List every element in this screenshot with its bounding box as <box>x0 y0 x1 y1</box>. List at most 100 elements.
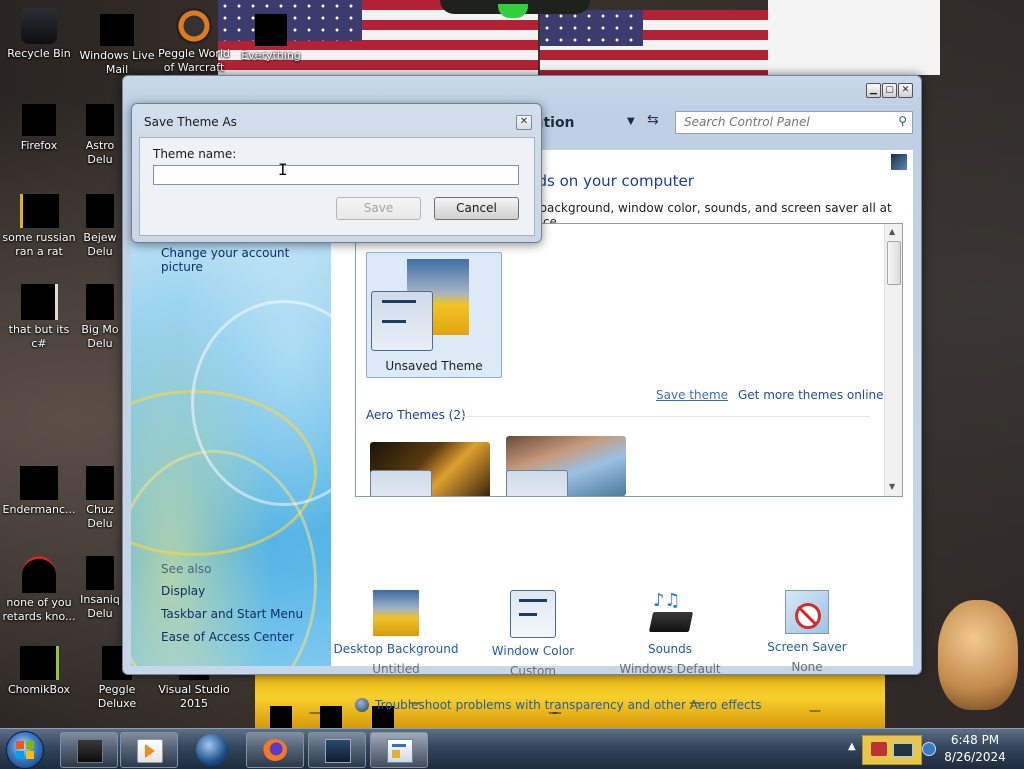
tray-app-icon <box>871 742 887 756</box>
desktop-icon-enderman[interactable]: Endermanc... <box>0 466 78 517</box>
everything-icon <box>255 14 287 46</box>
theme-preview-window <box>371 291 433 351</box>
wallpaper-flag-2 <box>540 10 768 75</box>
scroll-up-icon[interactable]: ▲ <box>889 227 895 236</box>
desktop-icon-peggle-wow[interactable]: Peggle World of Warcraft <box>155 8 233 75</box>
cancel-button[interactable]: Cancel <box>434 197 519 220</box>
breadcrumb-dropdown-icon[interactable]: ▼ <box>627 116 635 127</box>
game-icon <box>86 104 114 136</box>
unsaved-theme-tile[interactable]: Unsaved Theme <box>366 252 502 378</box>
clock-time: 6:48 PM <box>950 733 1000 747</box>
window-color-item[interactable]: Window Color Custom <box>468 590 598 678</box>
screen-saver-label[interactable]: Screen Saver <box>742 640 872 654</box>
clock-date: 8/26/2024 <box>944 750 1006 764</box>
desktop-icon-partial-1[interactable] <box>270 706 292 728</box>
desktop-icon-big-money[interactable]: Big Mo Delu <box>78 284 122 351</box>
save-button[interactable]: Save <box>336 197 421 220</box>
wallpaper-figure <box>938 600 1018 710</box>
desktop-icon-firefox[interactable]: Firefox <box>0 104 78 153</box>
theme-list-scrollbar[interactable]: ▲ ▼ <box>884 224 902 496</box>
tray-highlight[interactable] <box>862 735 922 765</box>
desktop-icon-csharp[interactable]: that but its c# <box>0 284 78 351</box>
desktop-icon-bejeweled[interactable]: Bejew Delu <box>78 194 122 259</box>
ease-of-access-link[interactable]: Ease of Access Center <box>161 630 294 644</box>
desktop-icon-chuzzle[interactable]: Chuz Delu <box>78 466 122 531</box>
sounds-value: Windows Default <box>619 662 721 676</box>
scroll-down-icon[interactable]: ▼ <box>889 482 895 491</box>
display-link[interactable]: Display <box>161 584 205 598</box>
text-cursor-icon: I <box>278 160 288 179</box>
window-color-icon <box>510 590 556 638</box>
maximize-button[interactable]: ▢ <box>882 83 897 98</box>
file-icon <box>20 284 58 320</box>
window-caption-buttons: ▁ ▢ ✕ <box>866 83 913 98</box>
close-icon: ✕ <box>519 116 529 127</box>
desktop-background-label[interactable]: Desktop Background <box>331 642 461 656</box>
start-button[interactable] <box>6 731 44 769</box>
theme-name-input[interactable] <box>153 165 519 185</box>
screen-saver-value: None <box>791 660 823 674</box>
windows-live-mail-icon <box>100 14 134 46</box>
help-icon[interactable] <box>891 154 907 170</box>
desktop-background-value: Untitled <box>372 662 420 676</box>
get-more-themes-link[interactable]: Get more themes online <box>738 388 884 402</box>
dialog-body: Theme name: Save Cancel <box>139 137 535 236</box>
volume-icon[interactable] <box>922 742 936 756</box>
desktop-icon-everything[interactable]: Everything <box>232 14 310 63</box>
sounds-label[interactable]: Sounds <box>605 642 735 656</box>
desktop-icon-russian-rat[interactable]: some russian ran a rat <box>0 194 78 259</box>
change-account-picture-link[interactable]: Change your account picture <box>161 246 331 274</box>
aero-theme-windows[interactable] <box>370 442 490 496</box>
minimize-button[interactable]: ▁ <box>866 83 881 98</box>
file-icon <box>20 466 58 500</box>
aero-theme-landscapes[interactable] <box>506 436 626 496</box>
dialog-title: Save Theme As <box>144 115 237 129</box>
search-icon[interactable]: ⚲ <box>898 114 907 128</box>
app-icon <box>77 739 103 763</box>
search-input[interactable] <box>676 112 884 131</box>
troubleshoot-link[interactable]: Troubleshoot problems with transparency … <box>375 698 762 712</box>
taskbar-item-2[interactable] <box>120 732 178 768</box>
theme-preview-window <box>370 470 432 496</box>
taskbar-item-5[interactable] <box>308 732 366 768</box>
taskbar-start-menu-link[interactable]: Taskbar and Start Menu <box>161 607 303 621</box>
desktop-icon-recycle-bin[interactable]: Recycle Bin <box>0 8 78 61</box>
sounds-icon: ♪♫ <box>647 590 694 636</box>
troubleshoot-row[interactable]: Troubleshoot problems with transparency … <box>355 698 762 712</box>
desktop-background-item[interactable]: Desktop Background Untitled <box>331 590 461 676</box>
control-panel-icon <box>387 739 413 763</box>
game-icon <box>86 556 114 590</box>
window-color-label[interactable]: Window Color <box>468 644 598 658</box>
save-theme-link[interactable]: Save theme <box>656 388 728 402</box>
taskbar-item-firefox[interactable] <box>246 732 304 768</box>
firefox-icon <box>22 104 56 136</box>
file-icon <box>22 556 56 593</box>
taskbar: ▲ 6:48 PM 8/26/2024 <box>0 728 1024 769</box>
close-button[interactable]: ✕ <box>898 83 913 98</box>
theme-list[interactable]: Unsaved Theme Save theme Get more themes… <box>355 223 903 497</box>
firefox-icon <box>263 739 287 761</box>
troubleshoot-icon <box>355 698 369 712</box>
system-clock[interactable]: 6:48 PM 8/26/2024 <box>936 729 1014 769</box>
theme-name-label: Theme name: <box>153 147 237 161</box>
desktop-icon-chomikbox[interactable]: ChomikBox <box>0 646 78 697</box>
refresh-icon[interactable]: ⇆ <box>647 112 659 128</box>
chomikbox-icon <box>19 646 59 680</box>
see-also-heading: See also <box>161 562 212 576</box>
desktop-icon-partial-2[interactable] <box>320 706 342 728</box>
taskbar-item-control-panel[interactable] <box>370 732 428 768</box>
screen-saver-item[interactable]: Screen Saver None <box>742 590 872 674</box>
desktop-icon-insaniquarium[interactable]: Insaniq Delu <box>78 556 122 621</box>
desktop-icon-none-of-you[interactable]: none of you retards kno... <box>0 556 78 624</box>
scrollbar-thumb[interactable] <box>887 241 901 285</box>
search-box[interactable]: ⚲ <box>675 111 913 134</box>
dialog-close-button[interactable]: ✕ <box>516 115 532 130</box>
taskbar-item-1[interactable] <box>60 732 118 768</box>
game-icon <box>86 284 114 320</box>
show-hidden-icons-icon[interactable]: ▲ <box>848 741 856 752</box>
desktop-icon-astro[interactable]: Astro Delu <box>78 104 122 167</box>
network-icon <box>893 743 913 757</box>
desktop-icon-windows-live-mail[interactable]: Windows Live Mail <box>78 14 156 77</box>
sounds-item[interactable]: ♪♫ Sounds Windows Default <box>605 590 735 676</box>
globe-icon[interactable] <box>196 734 228 766</box>
